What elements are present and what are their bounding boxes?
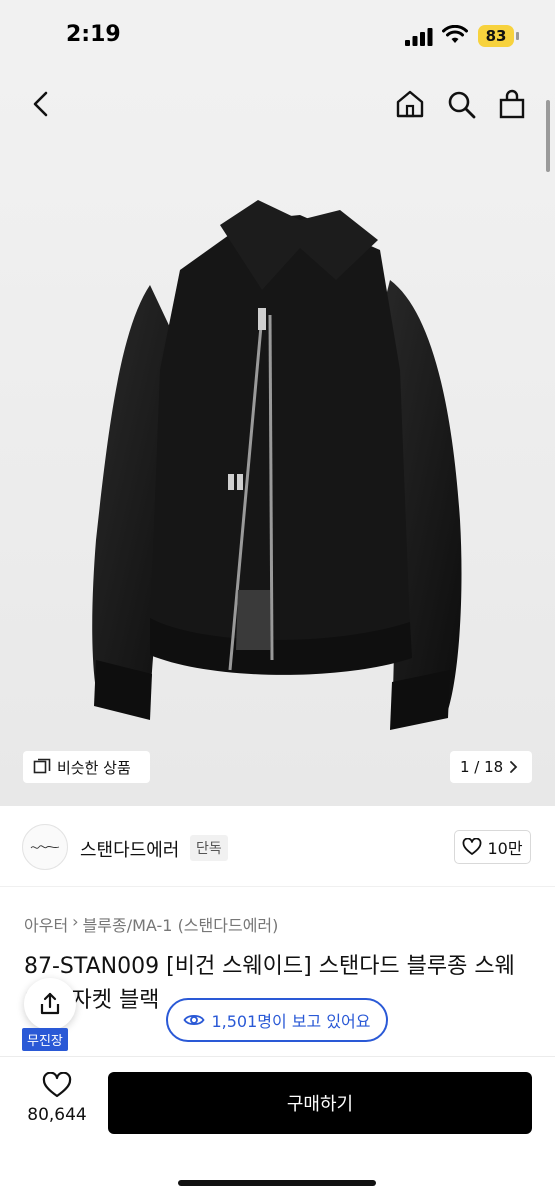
jacket-illustration — [92, 200, 462, 730]
brand-name[interactable]: 스탠다드에러 — [80, 836, 179, 862]
status-time: 2:19 — [66, 22, 121, 47]
similar-products-label: 비슷한 상품 — [57, 758, 131, 777]
image-counter-label: 1 / 18 — [460, 758, 504, 776]
chevron-left-icon — [33, 91, 48, 117]
brand-like-count: 10만 — [487, 839, 523, 858]
heart-outline-icon — [463, 838, 482, 855]
heart-outline-icon — [42, 1072, 72, 1098]
breadcrumb: 아우터 › 블루종/MA-1 (스탠다드에러) — [24, 912, 278, 936]
product-image[interactable] — [0, 70, 555, 806]
brand-like-button[interactable]: 10만 — [454, 830, 531, 864]
shopping-bag-icon — [499, 89, 525, 119]
breadcrumb-item[interactable]: 블루종/MA-1 (스탠다드에러) — [83, 912, 279, 936]
home-button[interactable] — [392, 86, 428, 122]
product-badge: 무진장 — [22, 1028, 68, 1051]
search-icon — [448, 91, 476, 119]
wifi-icon — [442, 24, 468, 49]
breadcrumb-item[interactable]: 아우터 — [24, 912, 68, 936]
exclusive-tag: 단독 — [190, 835, 228, 861]
back-button[interactable] — [24, 86, 58, 122]
cart-button[interactable] — [494, 86, 530, 122]
eye-icon — [183, 1014, 206, 1026]
search-button[interactable] — [443, 86, 479, 122]
share-button[interactable] — [24, 978, 76, 1030]
brand-logo-mark — [30, 845, 60, 849]
product-like-count: 80,644 — [27, 1105, 87, 1125]
product-like-button[interactable]: 80,644 — [24, 1072, 90, 1125]
buy-button[interactable]: 구매하기 — [108, 1072, 532, 1134]
signal-icon — [405, 28, 433, 50]
similar-products-icon — [33, 758, 51, 774]
viewers-label: 1,501명이 보고 있어요 — [211, 1012, 371, 1031]
section-divider — [0, 886, 555, 887]
breadcrumb-separator-icon: › — [72, 912, 79, 931]
brand-logo[interactable] — [22, 824, 68, 870]
share-icon — [40, 992, 60, 1015]
page-scrollbar[interactable] — [546, 100, 550, 172]
image-counter[interactable]: 1 / 18 — [450, 751, 532, 783]
viewers-indicator: 1,501명이 보고 있어요 — [166, 998, 388, 1042]
home-indicator — [178, 1180, 376, 1186]
chevron-right-icon — [510, 761, 518, 773]
battery-indicator: 83 — [478, 25, 514, 47]
similar-products-button[interactable]: 비슷한 상품 — [23, 751, 150, 783]
home-icon — [396, 90, 424, 118]
battery-tip-icon — [516, 32, 519, 40]
